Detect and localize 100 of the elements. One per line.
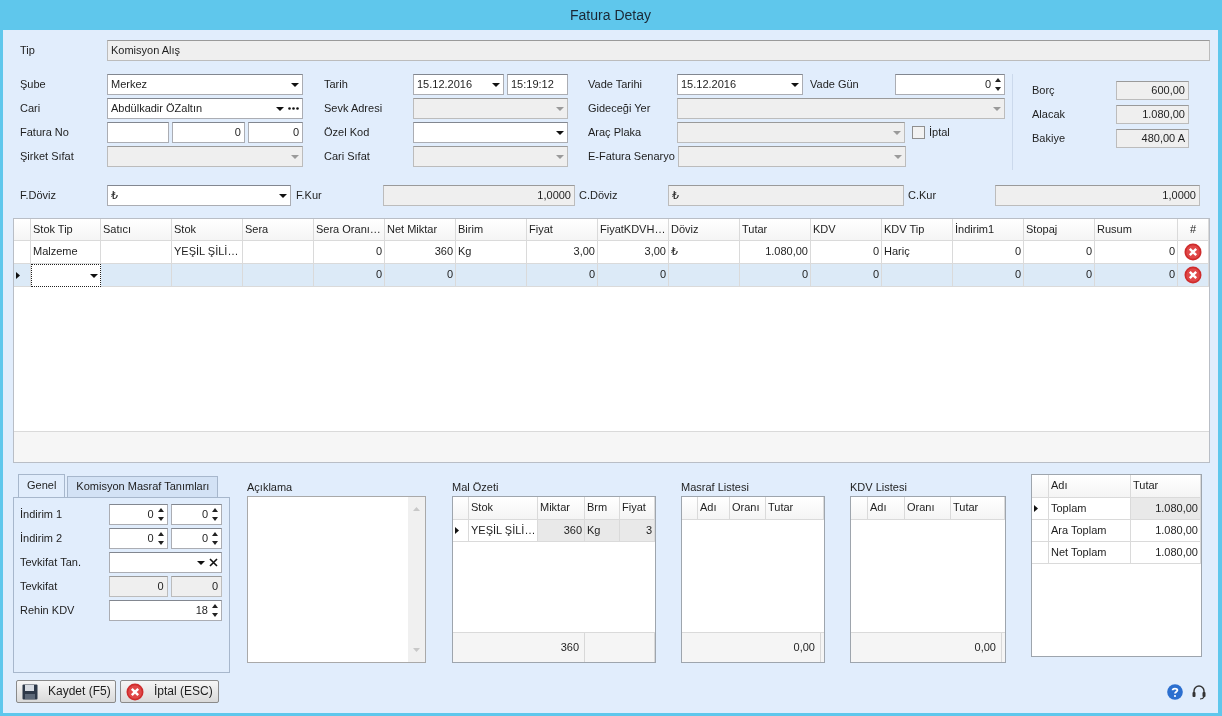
spin-field[interactable]: 0 xyxy=(895,74,1005,95)
date-field[interactable]: 15.12.2016 xyxy=(413,74,504,95)
field-label: C.Döviz xyxy=(579,188,619,203)
delete-icon xyxy=(1184,243,1202,261)
column-header[interactable]: Stok Tip xyxy=(31,219,101,241)
checkbox-label: İptal xyxy=(929,125,951,140)
field-label: Fatura No xyxy=(20,125,70,140)
column-header[interactable]: Stopaj xyxy=(1024,219,1095,241)
column-header[interactable]: KDV xyxy=(811,219,882,241)
tab[interactable]: Komisyon Masraf Tanımları xyxy=(67,476,219,497)
help-icon xyxy=(1167,683,1183,700)
input-field[interactable]: Komisyon Alış xyxy=(107,40,1210,61)
column-header[interactable]: Oranı xyxy=(905,497,951,520)
column-header[interactable]: Tutar xyxy=(740,219,811,241)
column-header[interactable]: Fiyat xyxy=(527,219,598,241)
spin-field[interactable]: 18 xyxy=(109,600,222,621)
caret-icon xyxy=(556,106,564,111)
column-header[interactable]: Satıcı xyxy=(101,219,172,241)
dropdown-field[interactable] xyxy=(109,552,222,573)
input-field[interactable] xyxy=(107,122,170,143)
panel-title: Açıklama xyxy=(247,481,293,493)
field-label: Tarih xyxy=(324,77,349,92)
spin-arrows-icon xyxy=(212,604,218,617)
input-field[interactable]: 0 xyxy=(172,122,245,143)
field-label: Gideceği Yer xyxy=(588,101,652,116)
cancel-button[interactable]: İptal (ESC) xyxy=(120,680,219,703)
summary-cell: 360 xyxy=(453,633,585,662)
input-field[interactable]: 0 xyxy=(247,122,303,143)
column-header[interactable]: Stok xyxy=(469,497,538,520)
dropdown-field[interactable]: ₺ xyxy=(107,185,291,206)
table-row[interactable]: YEŞİL ŞİLİ… 360 Kg 3 xyxy=(453,520,655,542)
column-header[interactable]: Adı xyxy=(868,497,905,520)
field-label: Borç xyxy=(1032,83,1056,98)
caret-icon xyxy=(291,82,299,87)
spin-field[interactable]: 0 xyxy=(170,528,222,549)
column-header[interactable]: Sera xyxy=(243,219,314,241)
table-row[interactable]: Toplam 1.080,00 xyxy=(1032,498,1201,520)
input-field[interactable]: 600,00 xyxy=(1116,81,1189,100)
column-header[interactable]: # xyxy=(1178,219,1209,241)
column-header[interactable]: Döviz xyxy=(669,219,740,241)
field-label: Araç Plaka xyxy=(588,125,643,140)
panel-title: Mal Özeti xyxy=(452,481,499,493)
caret-icon xyxy=(90,273,98,278)
summary-cell: 0,00 xyxy=(682,633,821,662)
input-field[interactable]: 1.080,00 xyxy=(1116,105,1189,124)
table-cell: Net Toplam xyxy=(1049,542,1131,564)
field-label: Tevkifat Tan. xyxy=(20,555,82,570)
spin-field[interactable]: 0 xyxy=(109,504,168,525)
checkbox[interactable] xyxy=(912,126,925,139)
table-cell: 1.080,00 xyxy=(1131,520,1201,542)
caret-icon xyxy=(791,82,799,87)
column-header[interactable]: Oranı xyxy=(730,497,766,520)
column-header[interactable]: Net Miktar xyxy=(385,219,456,241)
column-header[interactable]: Tutar xyxy=(766,497,824,520)
column-header[interactable]: KDV Tip xyxy=(882,219,953,241)
field-label: İndirim 1 xyxy=(20,507,64,522)
column-header[interactable]: Tutar xyxy=(951,497,1005,520)
row-indicator-icon xyxy=(16,271,20,279)
table-row[interactable]: Ara Toplam 1.080,00 xyxy=(1032,520,1201,542)
field-label: Cari Sıfat xyxy=(324,149,371,164)
column-header[interactable]: İndirim1 xyxy=(953,219,1024,241)
field-label: Tevkifat xyxy=(20,579,59,594)
column-header[interactable]: Adı xyxy=(698,497,730,520)
field-label: Tip xyxy=(20,43,36,58)
time-field[interactable]: 15:19:12 xyxy=(507,74,568,95)
table-cell: 0 xyxy=(385,264,456,287)
column-header[interactable]: Rusum xyxy=(1095,219,1178,241)
column-header[interactable]: Sera Oranı… xyxy=(314,219,385,241)
field-label: Sevk Adresi xyxy=(324,101,384,116)
column-header[interactable]: Stok xyxy=(172,219,243,241)
field-label: E-Fatura Senaryo xyxy=(588,149,675,164)
field-label: Şirket Sıfat xyxy=(20,149,75,164)
table-row[interactable]: 0 0 0 0 0 0 0 0 0 xyxy=(14,264,1209,287)
caret-icon xyxy=(276,106,284,111)
spin-arrows-icon xyxy=(157,532,164,545)
table-cell: 0 xyxy=(1095,264,1178,287)
table-row[interactable]: Net Toplam 1.080,00 xyxy=(1032,542,1201,564)
table-cell: Ara Toplam xyxy=(1049,520,1131,542)
field-label: Vade Tarihi xyxy=(588,77,644,92)
text-area[interactable] xyxy=(247,496,426,663)
summary-cell: 0,00 xyxy=(851,633,1002,662)
input-field[interactable]: 480,00 A xyxy=(1116,129,1189,148)
lookup-field[interactable]: Abdülkadir ÖZaltın xyxy=(107,98,303,119)
date-field[interactable]: 15.12.2016 xyxy=(677,74,803,95)
caret-icon xyxy=(197,560,205,565)
dropdown-field[interactable] xyxy=(31,264,101,287)
column-header[interactable]: Birim xyxy=(456,219,527,241)
column-header[interactable]: Adı xyxy=(1049,475,1131,498)
tab[interactable]: Genel xyxy=(18,474,66,497)
spin-arrows-icon xyxy=(157,508,164,521)
dropdown-field[interactable] xyxy=(413,122,568,143)
save-button[interactable]: Kaydet (F5) xyxy=(16,680,116,703)
spin-field[interactable]: 0 xyxy=(170,504,222,525)
table-cell: 0 xyxy=(740,264,811,287)
dropdown-field[interactable]: Merkez xyxy=(107,74,303,95)
field-label: Rehin KDV xyxy=(20,603,76,618)
spin-field[interactable]: 0 xyxy=(109,528,168,549)
column-header[interactable]: FiyatKDVH… xyxy=(598,219,669,241)
clear-icon xyxy=(209,558,218,567)
caret-icon xyxy=(291,154,299,159)
